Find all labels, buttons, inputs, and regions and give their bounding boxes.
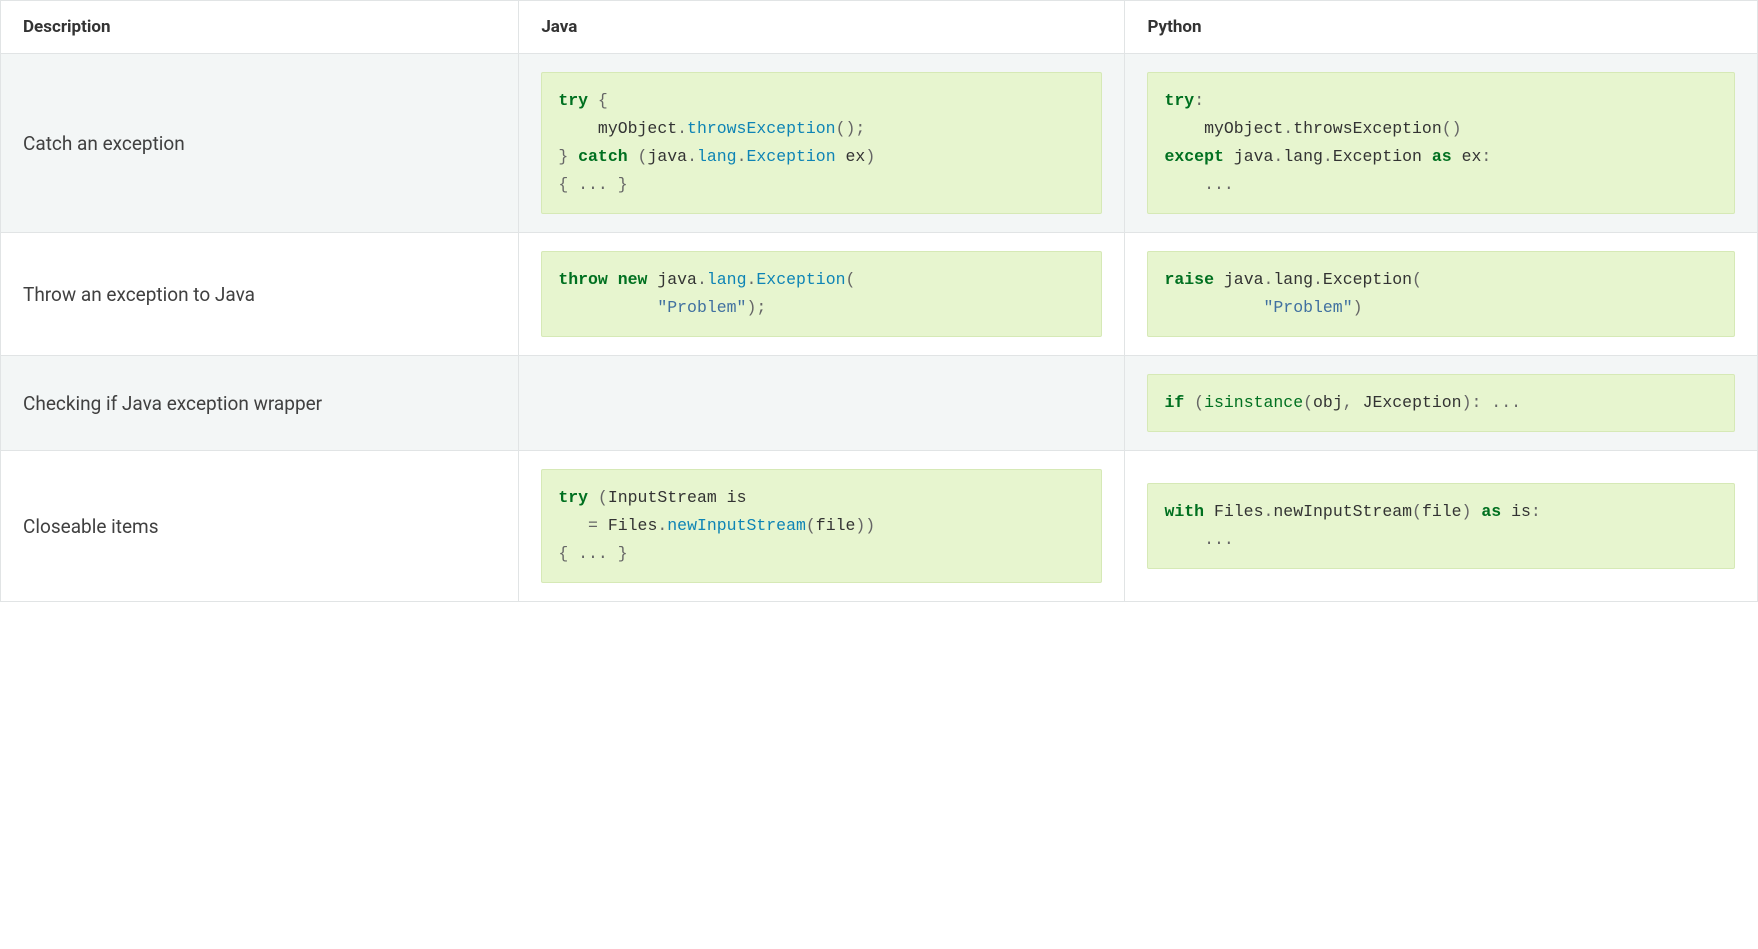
description-cell: Checking if Java exception wrapper [1, 356, 519, 451]
table-row: Catch an exceptiontry { myObject.throwsE… [1, 54, 1758, 233]
java-cell: throw new java.lang.Exception( "Problem"… [519, 233, 1125, 356]
code-block: try: myObject.throwsException() except j… [1147, 72, 1735, 214]
java-cell: try { myObject.throwsException(); } catc… [519, 54, 1125, 233]
code-block: raise java.lang.Exception( "Problem") [1147, 251, 1735, 337]
description-cell: Catch an exception [1, 54, 519, 233]
code-block: throw new java.lang.Exception( "Problem"… [541, 251, 1102, 337]
python-cell: if (isinstance(obj, JException): ... [1125, 356, 1758, 451]
header-java: Java [519, 1, 1125, 54]
header-description: Description [1, 1, 519, 54]
code-block: with Files.newInputStream(file) as is: .… [1147, 483, 1735, 569]
python-cell: raise java.lang.Exception( "Problem") [1125, 233, 1758, 356]
table-header-row: Description Java Python [1, 1, 1758, 54]
description-cell: Throw an exception to Java [1, 233, 519, 356]
java-cell [519, 356, 1125, 451]
exception-comparison-table: Description Java Python Catch an excepti… [0, 0, 1758, 602]
code-block: try { myObject.throwsException(); } catc… [541, 72, 1102, 214]
table-row: Closeable itemstry (InputStream is = Fil… [1, 451, 1758, 602]
python-cell: with Files.newInputStream(file) as is: .… [1125, 451, 1758, 602]
description-cell: Closeable items [1, 451, 519, 602]
python-cell: try: myObject.throwsException() except j… [1125, 54, 1758, 233]
code-block: if (isinstance(obj, JException): ... [1147, 374, 1735, 432]
header-python: Python [1125, 1, 1758, 54]
table-row: Checking if Java exception wrapper if (is… [1, 356, 1758, 451]
java-cell: try (InputStream is = Files.newInputStre… [519, 451, 1125, 602]
table-row: Throw an exception to Java throw new java… [1, 233, 1758, 356]
code-block: try (InputStream is = Files.newInputStre… [541, 469, 1102, 583]
